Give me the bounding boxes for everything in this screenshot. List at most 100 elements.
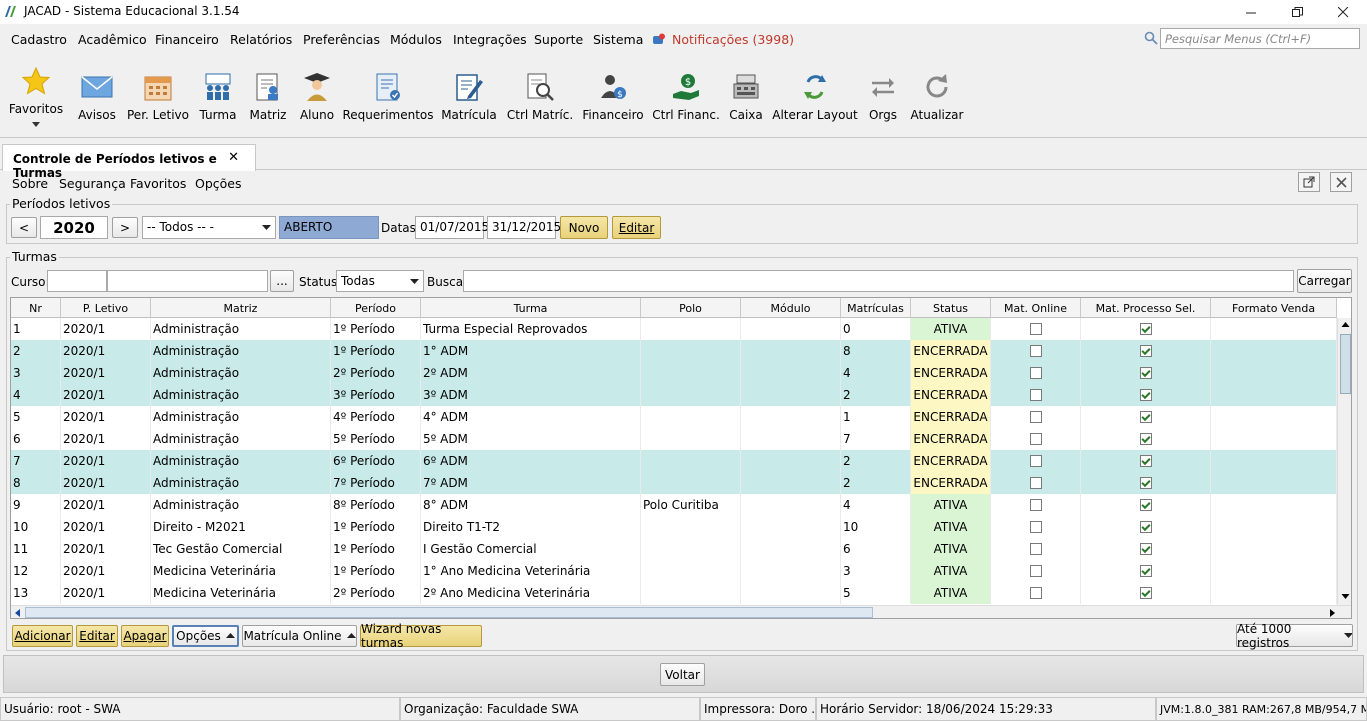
mat-online-checkbox[interactable] xyxy=(1029,565,1042,577)
editar-turma-button[interactable]: Editar xyxy=(76,625,118,647)
mat-online-checkbox[interactable] xyxy=(1029,323,1042,335)
tab-controle-periodos[interactable]: Controle de Períodos letivos e Turmas ✕ xyxy=(2,144,256,180)
toolbar-favoritos[interactable]: Favoritos xyxy=(8,56,64,136)
column-header[interactable]: Nr xyxy=(11,298,61,318)
mat-processo-checkbox[interactable] xyxy=(1139,477,1152,489)
mat-processo-checkbox[interactable] xyxy=(1139,389,1152,401)
toolbar-atualizar[interactable]: Atualizar xyxy=(911,56,963,136)
mat-online-checkbox[interactable] xyxy=(1029,455,1042,467)
mat-processo-checkbox[interactable] xyxy=(1139,367,1152,379)
vertical-scroll-thumb[interactable] xyxy=(1340,334,1351,394)
column-header[interactable]: P. Letivo xyxy=(61,298,151,318)
menu-sistema[interactable]: Sistema xyxy=(593,32,643,47)
next-year-button[interactable]: > xyxy=(112,217,138,238)
table-row[interactable]: 5 2020/1 Administração 4º Período 4° ADM 1 ENC… xyxy=(11,406,1337,428)
toolbar-ctrl-matric[interactable]: Ctrl Matríc. xyxy=(507,56,573,136)
mat-processo-checkbox[interactable] xyxy=(1139,323,1152,335)
close-screen-button[interactable] xyxy=(1330,172,1352,192)
column-header[interactable]: Status xyxy=(911,298,991,318)
restore-button[interactable] xyxy=(1274,0,1320,24)
submenu-seguranca[interactable]: Segurança xyxy=(59,176,126,191)
toolbar-financeiro[interactable]: $ Financeiro xyxy=(582,56,644,136)
menu-modulos[interactable]: Módulos xyxy=(390,32,442,47)
table-row[interactable]: 1 2020/1 Administração 1º Período Turma Espe… xyxy=(11,318,1337,340)
column-header[interactable]: Formato Venda xyxy=(1211,298,1337,318)
table-row[interactable]: 2 2020/1 Administração 1º Período 1° ADM 8 ENC… xyxy=(11,340,1337,362)
table-row[interactable]: 13 2020/1 Medicina Veterinária 2º Período 2º… xyxy=(11,582,1337,604)
status-select[interactable]: Todas xyxy=(336,270,424,292)
minimize-button[interactable] xyxy=(1228,0,1274,24)
column-header[interactable]: Módulo xyxy=(741,298,841,318)
submenu-sobre[interactable]: Sobre xyxy=(12,176,48,191)
toolbar-matriz[interactable]: Matriz xyxy=(248,56,288,136)
table-row[interactable]: 7 2020/1 Administração 6º Período 6º ADM 2 ENC… xyxy=(11,450,1337,472)
submenu-favoritos[interactable]: Favoritos xyxy=(130,176,186,191)
close-tab-icon[interactable]: ✕ xyxy=(228,150,239,165)
mat-online-checkbox[interactable] xyxy=(1029,499,1042,511)
date-end-field[interactable]: 31/12/2015 xyxy=(487,216,561,239)
mat-processo-checkbox[interactable] xyxy=(1139,521,1152,533)
toolbar-ctrl-financ[interactable]: $ Ctrl Financ. xyxy=(652,56,720,136)
mat-processo-checkbox[interactable] xyxy=(1139,543,1152,555)
year-field[interactable]: 2020 xyxy=(40,216,108,239)
notifications-link[interactable]: Notificações (3998) xyxy=(652,32,794,47)
toolbar-turma[interactable]: Turma xyxy=(198,56,238,136)
mat-online-checkbox[interactable] xyxy=(1029,543,1042,555)
curso-name-input[interactable] xyxy=(107,270,268,292)
mat-online-checkbox[interactable] xyxy=(1029,411,1042,423)
table-row[interactable]: 11 2020/1 Tec Gestão Comercial 1º Período I … xyxy=(11,538,1337,560)
table-row[interactable]: 3 2020/1 Administração 2º Período 2º ADM 4 ENC… xyxy=(11,362,1337,384)
column-header[interactable]: Matrículas xyxy=(841,298,911,318)
table-row[interactable]: 12 2020/1 Medicina Veterinária 1º Período 1°… xyxy=(11,560,1337,582)
mat-online-checkbox[interactable] xyxy=(1029,477,1042,489)
carregar-button[interactable]: Carregar xyxy=(1297,269,1352,293)
mat-processo-checkbox[interactable] xyxy=(1139,433,1152,445)
toolbar-aluno[interactable]: Aluno xyxy=(296,56,338,136)
horizontal-scroll-thumb[interactable] xyxy=(25,607,873,618)
mat-online-checkbox[interactable] xyxy=(1029,389,1042,401)
curso-code-input[interactable] xyxy=(47,270,107,292)
opcoes-dropdown-button[interactable]: Opções xyxy=(172,625,239,647)
close-window-button[interactable] xyxy=(1320,0,1366,24)
table-row[interactable]: 6 2020/1 Administração 5º Período 5º ADM 7 ENC… xyxy=(11,428,1337,450)
column-header[interactable]: Mat. Online xyxy=(991,298,1081,318)
adicionar-button[interactable]: Adicionar xyxy=(12,625,73,647)
editar-periodo-button[interactable]: Editar xyxy=(612,216,661,239)
menu-cadastro[interactable]: Cadastro xyxy=(11,32,67,47)
column-header[interactable]: Mat. Processo Sel. xyxy=(1081,298,1211,318)
wizard-novas-turmas-button[interactable]: Wizard novas turmas xyxy=(360,622,482,650)
mat-processo-checkbox[interactable] xyxy=(1139,587,1152,599)
mat-online-checkbox[interactable] xyxy=(1029,367,1042,379)
toolbar-orgs[interactable]: Orgs xyxy=(864,56,902,136)
registros-limit-select[interactable]: Até 1000 registros xyxy=(1236,622,1353,650)
mat-online-checkbox[interactable] xyxy=(1029,587,1042,599)
matricula-online-dropdown-button[interactable]: Matrícula Online xyxy=(242,625,357,647)
prev-year-button[interactable]: < xyxy=(11,217,37,238)
busca-input[interactable] xyxy=(463,270,1294,292)
toolbar-alterar-layout[interactable]: Alterar Layout xyxy=(772,56,858,136)
apagar-button[interactable]: Apagar xyxy=(121,625,169,647)
novo-button[interactable]: Novo xyxy=(560,216,608,239)
mat-online-checkbox[interactable] xyxy=(1029,433,1042,445)
column-header[interactable]: Turma xyxy=(421,298,641,318)
menu-financeiro[interactable]: Financeiro xyxy=(155,32,219,47)
period-filter-select[interactable]: -- Todos -- - xyxy=(142,216,276,239)
detach-window-button[interactable] xyxy=(1298,172,1320,192)
toolbar-matricula[interactable]: Matrícula xyxy=(440,56,498,136)
column-header[interactable]: Polo xyxy=(641,298,741,318)
toolbar-requerimentos[interactable]: Requerimentos xyxy=(342,56,434,136)
column-header[interactable]: Matriz xyxy=(151,298,331,318)
vertical-scrollbar[interactable] xyxy=(1337,318,1351,605)
mat-online-checkbox[interactable] xyxy=(1029,345,1042,357)
menu-search-input[interactable]: Pesquisar Menus (Ctrl+F) xyxy=(1160,28,1360,49)
status-impressora[interactable]: Impressora: Doro ... xyxy=(700,697,816,721)
voltar-button[interactable]: Voltar xyxy=(660,663,705,686)
toolbar-caixa[interactable]: Caixa xyxy=(728,56,764,136)
menu-academico[interactable]: Acadêmico xyxy=(78,32,147,47)
toolbar-per-letivo[interactable]: Per. Letivo xyxy=(127,56,189,136)
mat-online-checkbox[interactable] xyxy=(1029,521,1042,533)
date-start-field[interactable]: 01/07/2015 xyxy=(415,216,489,239)
menu-suporte[interactable]: Suporte xyxy=(534,32,583,47)
toolbar-avisos[interactable]: Avisos xyxy=(76,56,118,136)
mat-processo-checkbox[interactable] xyxy=(1139,455,1152,467)
